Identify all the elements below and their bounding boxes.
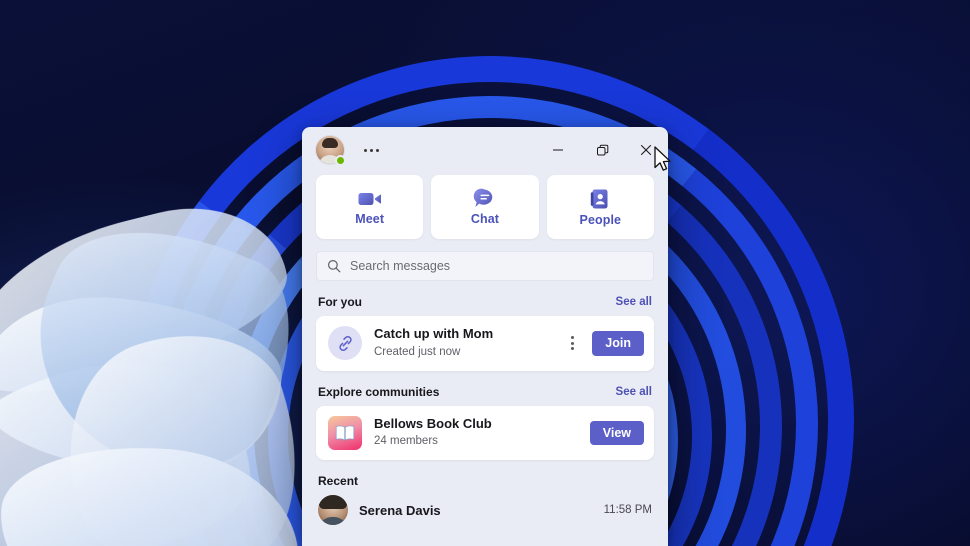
search-section: Search messages [302, 239, 668, 281]
search-placeholder: Search messages [350, 259, 451, 273]
see-all-link-for-you[interactable]: See all [616, 296, 652, 308]
more-options-button[interactable] [360, 143, 383, 158]
avatar[interactable] [316, 136, 346, 166]
card-subtitle: 24 members [374, 435, 438, 448]
dot [571, 336, 575, 340]
open-book-icon [335, 425, 355, 441]
contact-card-icon [591, 189, 608, 208]
join-button[interactable]: Join [592, 331, 644, 356]
card-title: Bellows Book Club [374, 415, 492, 431]
card-text: Catch up with Mom Created just now [374, 326, 553, 361]
book-club-thumbnail [328, 415, 362, 450]
search-input[interactable]: Search messages [316, 251, 654, 281]
minimize-icon [553, 149, 563, 151]
link-icon [338, 335, 352, 351]
nav-tile-meet[interactable]: Meet [316, 175, 424, 239]
section-title: Recent [318, 474, 359, 489]
search-icon [327, 259, 341, 273]
restore-button[interactable] [580, 127, 624, 173]
dot [364, 148, 367, 152]
nav-tile-label: Meet [355, 211, 385, 226]
close-icon [640, 144, 652, 156]
card-catch-up-with-mom[interactable]: Catch up with Mom Created just now Join [316, 316, 654, 371]
dot [571, 341, 575, 345]
window-titlebar [302, 127, 668, 173]
quick-actions-nav: Meet Chat People [302, 173, 668, 239]
card-more-options-button[interactable] [565, 332, 580, 354]
see-all-link-communities[interactable]: See all [616, 386, 652, 398]
restore-icon [596, 144, 608, 155]
window-controls [536, 127, 668, 173]
video-camera-icon [358, 192, 381, 205]
nav-tile-people[interactable]: People [546, 175, 654, 239]
close-button[interactable] [624, 127, 668, 173]
recent-contact-name: Serena Davis [359, 502, 441, 518]
section-header-for-you: For you See all [302, 281, 668, 316]
nav-tile-label: People [579, 212, 622, 227]
card-subtitle: Created just now [374, 345, 461, 358]
teams-window: Meet Chat People Search messages For you… [302, 127, 668, 546]
minimize-button[interactable] [536, 127, 580, 173]
section-header-explore-communities: Explore communities See all [302, 371, 668, 406]
view-button[interactable]: View [589, 420, 644, 446]
section-header-recent: Recent [302, 460, 668, 492]
desktop: Meet Chat People Search messages For you… [0, 0, 970, 546]
card-title: Catch up with Mom [374, 326, 494, 341]
nav-tile-label: Chat [470, 212, 500, 226]
card-bellows-book-club[interactable]: Bellows Book Club 24 members View [316, 405, 654, 461]
dot [571, 347, 575, 351]
presence-indicator-available [335, 155, 346, 166]
recent-list-item[interactable]: Serena Davis 11:58 PM [302, 492, 668, 526]
recent-timestamp: 11:58 PM [603, 504, 652, 517]
dot [376, 148, 379, 152]
section-title: For you [318, 295, 362, 309]
contact-avatar [318, 495, 348, 526]
section-title: Explore communities [318, 384, 440, 399]
chat-bubble-icon [473, 188, 493, 207]
dot [370, 148, 373, 152]
meeting-link-thumbnail [328, 326, 362, 361]
card-text: Bellows Book Club 24 members [374, 416, 578, 451]
nav-tile-chat[interactable]: Chat [431, 175, 539, 239]
